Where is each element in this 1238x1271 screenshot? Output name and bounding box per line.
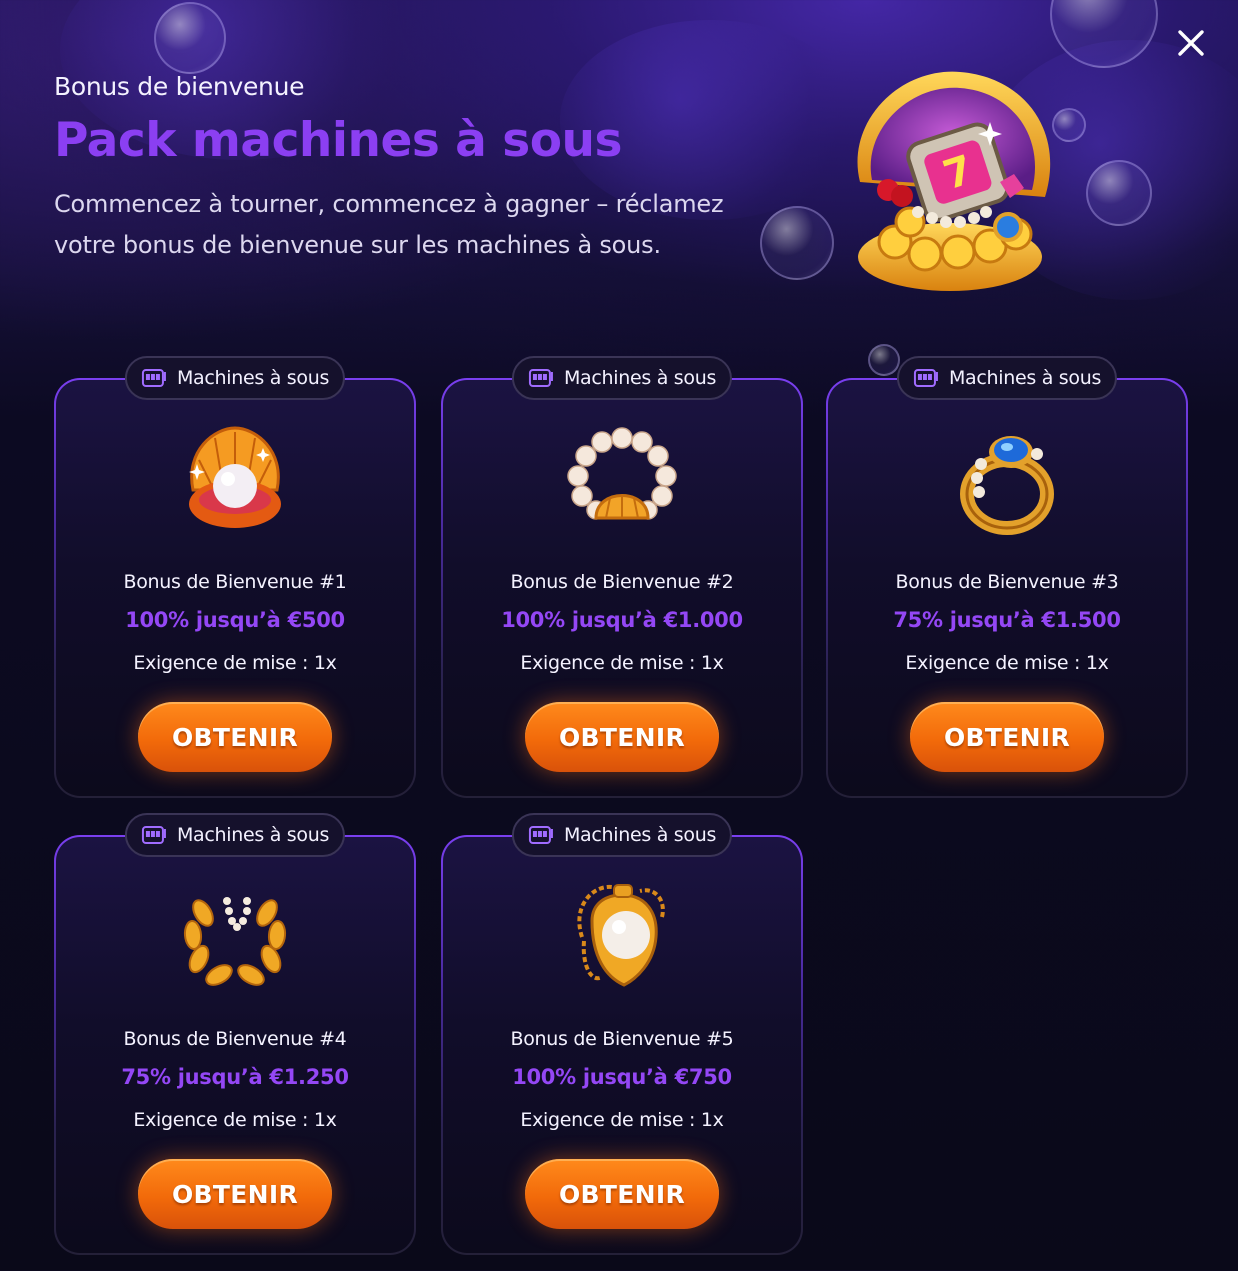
bonus-name: Bonus de Bienvenue #3: [895, 571, 1119, 593]
bonus-card: Machines à sous Bonus de Bienvenue #4 75…: [54, 813, 416, 1255]
obtain-button[interactable]: OBTENIR: [138, 1159, 332, 1229]
category-chip: Machines à sous: [511, 356, 733, 400]
category-label: Machines à sous: [948, 367, 1102, 389]
bonus-name: Bonus de Bienvenue #4: [123, 1028, 347, 1050]
slot-machine-icon: [528, 826, 553, 844]
slot-machine-icon: [913, 369, 938, 387]
slot-machine-icon: [141, 369, 166, 387]
category-chip: Machines à sous: [124, 356, 346, 400]
category-label: Machines à sous: [563, 824, 717, 846]
bonus-amount: 100% jusqu’à €750: [512, 1065, 732, 1089]
wager-requirement: Exigence de mise : 1x: [520, 1109, 724, 1131]
bonus-amount: 100% jusqu’à €500: [125, 608, 345, 632]
bonus-name: Bonus de Bienvenue #1: [123, 571, 347, 593]
bonus-name: Bonus de Bienvenue #5: [510, 1028, 734, 1050]
bubble-decoration: [1086, 160, 1152, 226]
close-icon: [1178, 30, 1204, 56]
bubble-decoration: [1050, 0, 1158, 68]
category-chip: Machines à sous: [511, 813, 733, 857]
wager-requirement: Exigence de mise : 1x: [905, 652, 1109, 674]
bubble-decoration: [154, 2, 226, 74]
category-label: Machines à sous: [176, 824, 330, 846]
page-description: Commencez à tourner, commencez à gagner …: [54, 190, 724, 259]
bonus-card: Machines à sous Bonus de Bienvenue #5 10…: [441, 813, 803, 1255]
obtain-button[interactable]: OBTENIR: [525, 1159, 719, 1229]
category-label: Machines à sous: [176, 367, 330, 389]
category-label: Machines à sous: [563, 367, 717, 389]
treasure-clam-slot-icon: 7: [857, 71, 1051, 291]
wager-requirement: Exigence de mise : 1x: [520, 652, 724, 674]
bonus-amount: 100% jusqu’à €1.000: [501, 608, 743, 632]
pearl-bracelet-icon: [567, 427, 677, 520]
category-chip: Machines à sous: [124, 813, 346, 857]
slot-machine-icon: [141, 826, 166, 844]
page-title: Pack machines à sous: [54, 113, 622, 168]
obtain-button[interactable]: OBTENIR: [525, 702, 719, 772]
sapphire-ring-icon: [960, 436, 1054, 535]
pearl-shell-icon: [189, 426, 281, 528]
pearl-pendant-icon: [577, 884, 665, 987]
laurel-pearl-necklace-icon: [183, 897, 287, 986]
bonus-name: Bonus de Bienvenue #2: [510, 571, 734, 593]
bonus-amount: 75% jusqu’à €1.500: [893, 608, 1121, 632]
page-subtitle: Bonus de bienvenue: [54, 72, 305, 101]
wager-requirement: Exigence de mise : 1x: [133, 1109, 337, 1131]
bonus-card: Machines à sous Bonus de Bienvenue #3 75…: [826, 356, 1188, 798]
bubble-decoration: [868, 344, 900, 376]
close-button[interactable]: [1172, 24, 1210, 62]
slot-machine-icon: [528, 369, 553, 387]
bonus-amount: 75% jusqu’à €1.250: [121, 1065, 349, 1089]
category-chip: Machines à sous: [896, 356, 1118, 400]
obtain-button[interactable]: OBTENIR: [138, 702, 332, 772]
bonus-card: Machines à sous Bonus de Bienvenue #2 10…: [441, 356, 803, 798]
bubble-decoration: [760, 206, 834, 280]
header: Bonus de bienvenue Pack machines à sous …: [54, 72, 754, 266]
wager-requirement: Exigence de mise : 1x: [133, 652, 337, 674]
obtain-button[interactable]: OBTENIR: [910, 702, 1104, 772]
bonus-card: Machines à sous Bonus de Bienvenue #1 10…: [54, 356, 416, 798]
